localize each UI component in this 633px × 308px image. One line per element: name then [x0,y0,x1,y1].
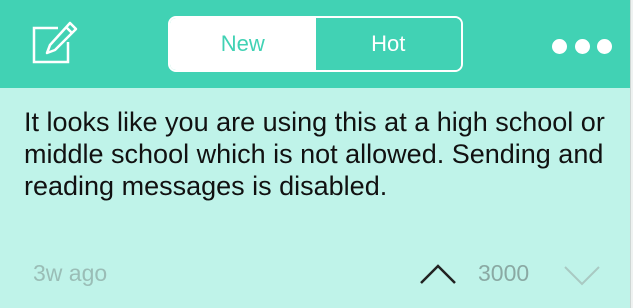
vote-score: 3000 [478,260,530,286]
feed-tab-switcher: New Hot [168,16,463,72]
more-dots-icon [574,38,590,54]
post-card: It looks like you are using this at a hi… [0,88,630,308]
post-timestamp: 3w ago [33,260,108,286]
upvote-button[interactable] [418,262,458,286]
tab-hot[interactable]: Hot [315,18,461,70]
tab-new[interactable]: New [170,18,316,70]
more-dots-icon [552,38,567,54]
post-message: It looks like you are using this at a hi… [24,107,605,201]
more-dots-icon [597,38,612,54]
chevron-up-icon [420,264,456,284]
downvote-button[interactable] [562,264,602,288]
app-screen: New Hot It looks like you are using this… [0,0,630,308]
compose-icon [32,21,78,64]
chevron-down-icon [564,266,600,286]
top-bar: New Hot [0,0,630,88]
compose-button[interactable] [30,20,80,66]
more-button[interactable] [552,36,612,56]
